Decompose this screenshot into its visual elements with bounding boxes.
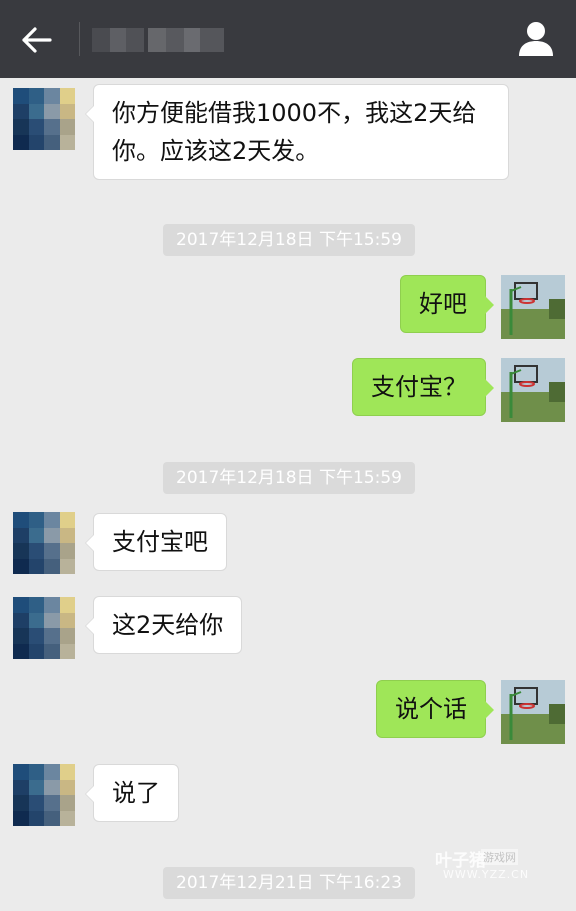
contact-avatar-pixelated[interactable] <box>13 597 75 659</box>
contact-avatar-pixelated[interactable] <box>13 512 75 574</box>
chat-info-button[interactable] <box>516 18 556 60</box>
back-button[interactable] <box>18 20 60 60</box>
user-avatar[interactable] <box>501 358 565 422</box>
site-watermark: 叶子猪 游戏网 WWW.YZZ.CN <box>435 846 545 882</box>
user-avatar[interactable] <box>501 680 565 744</box>
watermark-url: WWW.YZZ.CN <box>443 868 530 881</box>
message-bubble-received[interactable]: 这2天给你 <box>84 596 243 654</box>
message-text: 支付宝吧 <box>112 528 208 556</box>
contact-name-pixelated <box>92 28 232 52</box>
message-text: 说了 <box>112 779 160 807</box>
timestamp: 2017年12月21日 下午16:23 <box>163 867 415 899</box>
message-text: 这2天给你 <box>112 611 224 639</box>
message-text: 支付宝？ <box>371 373 467 401</box>
arrow-left-icon <box>22 27 52 53</box>
header-divider <box>79 22 80 56</box>
message-text: 你方便能借我1000不，我这2天给你。应该这2天发。 <box>112 99 477 165</box>
message-bubble-sent[interactable]: 说个话 <box>376 680 494 738</box>
basketball-hoop-photo <box>501 358 565 422</box>
contact-avatar-pixelated[interactable] <box>13 88 75 150</box>
message-bubble-sent[interactable]: 支付宝？ <box>352 358 494 416</box>
message-text: 说个话 <box>395 695 467 723</box>
basketball-hoop-photo <box>501 680 565 744</box>
user-avatar[interactable] <box>501 275 565 339</box>
message-bubble-received[interactable]: 支付宝吧 <box>85 513 227 571</box>
timestamp: 2017年12月18日 下午15:59 <box>163 462 415 494</box>
message-bubble-received[interactable]: 你方便能借我1000不，我这2天给你。应该这2天发。 <box>85 84 509 180</box>
person-icon <box>519 22 553 56</box>
message-bubble-received[interactable]: 说了 <box>85 764 179 822</box>
message-bubble-sent[interactable]: 好吧 <box>400 275 494 333</box>
chat-header <box>0 0 576 78</box>
contact-avatar-pixelated[interactable] <box>13 764 75 826</box>
basketball-hoop-photo <box>501 275 565 339</box>
message-text: 好吧 <box>419 290 467 318</box>
watermark-sub: 游戏网 <box>481 849 518 865</box>
timestamp: 2017年12月18日 下午15:59 <box>163 224 415 256</box>
